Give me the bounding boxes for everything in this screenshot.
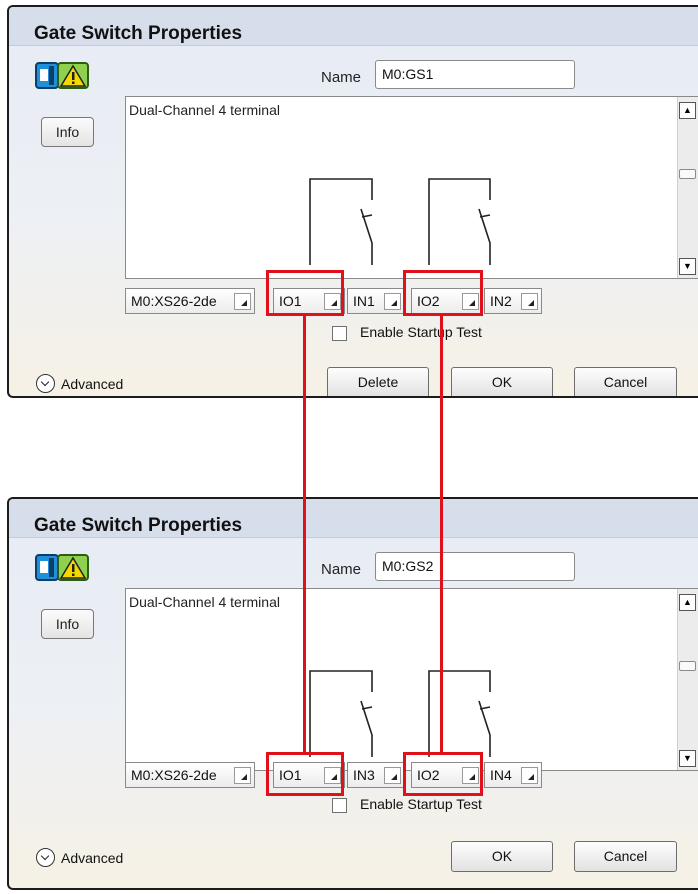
module-combo-value: M0:XS26-2de: [131, 767, 217, 783]
delete-button[interactable]: Delete: [327, 367, 429, 396]
dropdown-arrow-icon[interactable]: [384, 767, 401, 784]
input-a-value: IN3: [353, 767, 375, 783]
module-combo-value: M0:XS26-2de: [131, 293, 217, 309]
cancel-button[interactable]: Cancel: [574, 841, 677, 872]
input-a-combo[interactable]: IN1: [347, 288, 405, 314]
gate-switch-dialog-1: Gate Switch Properties Info Name M0:GS1 …: [7, 5, 698, 398]
cancel-button[interactable]: Cancel: [574, 367, 677, 396]
ok-button[interactable]: OK: [451, 367, 553, 396]
input-a-value: IN1: [353, 293, 375, 309]
name-field[interactable]: M0:GS2: [375, 552, 575, 581]
dropdown-arrow-icon[interactable]: [384, 293, 401, 310]
scroll-up-arrow-icon[interactable]: ▲: [679, 594, 696, 611]
advanced-label: Advanced: [61, 850, 124, 866]
highlight-io1-bottom: [266, 752, 344, 796]
scroll-thumb[interactable]: [679, 169, 696, 179]
startup-test-label: Enable Startup Test: [360, 796, 482, 812]
gate-switch-warning-icon: [33, 551, 90, 584]
startup-test-checkbox[interactable]: [332, 798, 347, 813]
input-b-value: IN2: [490, 293, 512, 309]
module-combo[interactable]: M0:XS26-2de: [125, 288, 255, 314]
scroll-up-arrow-icon[interactable]: ▲: [679, 102, 696, 119]
dropdown-arrow-icon[interactable]: [521, 293, 538, 310]
diagram-scrollbar[interactable]: ▲ ▼: [677, 97, 698, 278]
name-label: Name: [321, 69, 362, 86]
highlight-io2-top: [403, 270, 483, 316]
info-button[interactable]: Info: [41, 117, 94, 147]
scroll-thumb[interactable]: [679, 661, 696, 671]
gate-switch-warning-icon: [33, 59, 90, 92]
advanced-label: Advanced: [61, 376, 124, 392]
dual-channel-switch-diagram: [309, 670, 491, 757]
dual-channel-switch-diagram: [309, 178, 491, 265]
input-b-combo[interactable]: IN2: [484, 288, 542, 314]
name-label: Name: [321, 561, 362, 578]
input-b-combo[interactable]: IN4: [484, 762, 542, 788]
dropdown-arrow-icon[interactable]: [234, 293, 251, 310]
dialog-title-bar: Gate Switch Properties: [9, 499, 698, 538]
diagram-scrollbar[interactable]: ▲ ▼: [677, 589, 698, 770]
dropdown-arrow-icon[interactable]: [234, 767, 251, 784]
gate-switch-dialog-2: Gate Switch Properties Info Name M0:GS2 …: [7, 497, 698, 890]
input-b-value: IN4: [490, 767, 512, 783]
name-field[interactable]: M0:GS1: [375, 60, 575, 89]
connector-line-io1: [303, 313, 306, 755]
highlight-io1-top: [266, 270, 344, 316]
highlight-io2-bottom: [403, 752, 483, 796]
chevron-down-circle-icon[interactable]: [36, 374, 55, 393]
startup-test-label: Enable Startup Test: [360, 324, 482, 340]
scroll-down-arrow-icon[interactable]: ▼: [679, 750, 696, 767]
dropdown-arrow-icon[interactable]: [521, 767, 538, 784]
chevron-down-circle-icon[interactable]: [36, 848, 55, 867]
input-a-combo[interactable]: IN3: [347, 762, 405, 788]
scroll-down-arrow-icon[interactable]: ▼: [679, 258, 696, 275]
ok-button[interactable]: OK: [451, 841, 553, 872]
startup-test-checkbox[interactable]: [332, 326, 347, 341]
switch-diagram-panel: Dual-Channel 4 terminal ▲ ▼: [125, 96, 698, 279]
module-combo[interactable]: M0:XS26-2de: [125, 762, 255, 788]
dialog-title-bar: Gate Switch Properties: [9, 7, 698, 46]
info-button[interactable]: Info: [41, 609, 94, 639]
connector-line-io2: [440, 313, 443, 755]
switch-diagram-panel: Dual-Channel 4 terminal ▲ ▼: [125, 588, 698, 771]
dialog-title: Gate Switch Properties: [34, 23, 243, 44]
dialog-title: Gate Switch Properties: [34, 515, 243, 536]
